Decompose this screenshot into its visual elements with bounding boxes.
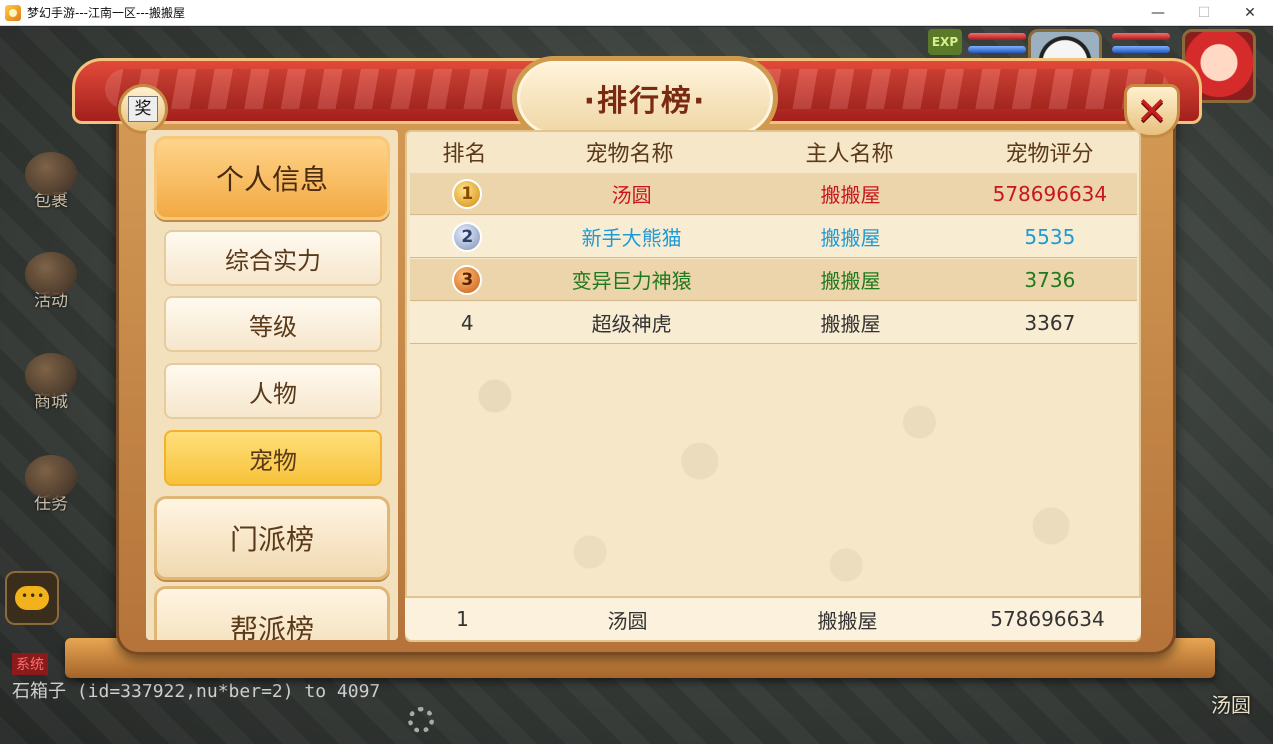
my-pet-name: 汤圆 bbox=[607, 608, 648, 633]
pet-name-label: 汤圆 bbox=[1211, 693, 1251, 717]
chat-bubble-icon bbox=[15, 586, 49, 610]
subitem-pet[interactable]: 宠物 bbox=[164, 430, 382, 486]
table-row[interactable]: 3 变异巨力神猿 搬搬屋 3736 bbox=[410, 259, 1137, 301]
header-rank: 排名 bbox=[442, 142, 487, 167]
header-pet-name: 宠物名称 bbox=[585, 142, 674, 167]
bag-icon bbox=[25, 152, 77, 196]
award-button[interactable]: 奖 bbox=[118, 84, 168, 134]
row-rank: 4 bbox=[460, 310, 474, 335]
row-score: 3367 bbox=[1024, 310, 1076, 335]
scroll-icon bbox=[25, 455, 77, 499]
my-owner-name: 搬搬屋 bbox=[817, 608, 878, 633]
table-row[interactable]: 1 汤圆 搬搬屋 578696634 bbox=[410, 173, 1137, 215]
row-score: 578696634 bbox=[992, 181, 1108, 206]
header-pet-score: 宠物评分 bbox=[1005, 142, 1094, 167]
my-ranking-row: 1 汤圆 搬搬屋 578696634 bbox=[405, 596, 1141, 640]
gear-icon[interactable] bbox=[408, 707, 434, 733]
maximize-button[interactable]: ☐ bbox=[1181, 0, 1227, 26]
category-sect-ranking[interactable]: 门派榜 bbox=[154, 496, 390, 580]
category-guild-ranking[interactable]: 帮派榜 bbox=[154, 586, 390, 640]
bag-button[interactable]: 包裹 bbox=[20, 152, 82, 218]
table-header: 排名 宠物名称 主人名称 宠物评分 bbox=[407, 132, 1139, 172]
shop-button[interactable]: 商城 bbox=[20, 353, 82, 419]
row-owner-name: 搬搬屋 bbox=[820, 226, 881, 250]
exp-badge: EXP bbox=[928, 29, 962, 55]
row-pet-name: 新手大熊猫 bbox=[581, 226, 682, 250]
award-label: 奖 bbox=[128, 96, 158, 122]
system-message: 石箱子 (id=337922,nu*ber=2) to 4097 bbox=[12, 681, 381, 702]
activity-button[interactable]: 活动 bbox=[20, 252, 82, 318]
row-score: 3736 bbox=[1024, 267, 1076, 292]
bronze-medal-icon: 3 bbox=[452, 264, 483, 295]
subitem-level[interactable]: 等级 bbox=[164, 296, 382, 352]
category-panel: 个人信息 综合实力 等级 人物 宠物 门派榜 帮派榜 bbox=[146, 130, 398, 640]
table-row[interactable]: 4 超级神虎 搬搬屋 3367 bbox=[410, 302, 1137, 344]
header-owner-name: 主人名称 bbox=[805, 142, 894, 167]
my-score: 578696634 bbox=[990, 607, 1105, 631]
close-icon: ✕ bbox=[1136, 89, 1168, 133]
row-pet-name: 变异巨力神猿 bbox=[571, 269, 692, 293]
shop-icon bbox=[25, 353, 77, 397]
row-owner-name: 搬搬屋 bbox=[820, 183, 881, 207]
subitem-character[interactable]: 人物 bbox=[164, 363, 382, 419]
gold-medal-icon: 1 bbox=[452, 178, 483, 209]
row-pet-name: 超级神虎 bbox=[591, 312, 672, 336]
app-icon bbox=[5, 4, 21, 21]
window-titlebar: 梦幻手游---江南一区---搬搬屋 — ☐ ✕ bbox=[0, 0, 1273, 26]
horn-icon bbox=[25, 252, 77, 296]
dialog-title: ·排行榜· bbox=[583, 84, 707, 119]
row-pet-name: 汤圆 bbox=[611, 183, 652, 207]
quest-button[interactable]: 任务 bbox=[20, 455, 82, 521]
subitem-overall-strength[interactable]: 综合实力 bbox=[164, 230, 382, 286]
window-close-button[interactable]: ✕ bbox=[1227, 0, 1273, 26]
minimize-button[interactable]: — bbox=[1135, 0, 1181, 26]
system-channel-tag: 系统 bbox=[12, 653, 48, 675]
title-plate: ·排行榜· bbox=[512, 56, 778, 140]
ranking-table: 排名 宠物名称 主人名称 宠物评分 1 汤圆 搬搬屋 578696634 2 新… bbox=[405, 130, 1141, 642]
chat-button[interactable] bbox=[5, 571, 59, 625]
window-title: 梦幻手游---江南一区---搬搬屋 bbox=[27, 6, 185, 20]
silver-medal-icon: 2 bbox=[452, 221, 483, 252]
row-owner-name: 搬搬屋 bbox=[820, 312, 881, 336]
table-row[interactable]: 2 新手大熊猫 搬搬屋 5535 bbox=[410, 216, 1137, 258]
my-rank: 1 bbox=[456, 607, 469, 631]
row-owner-name: 搬搬屋 bbox=[820, 269, 881, 293]
row-score: 5535 bbox=[1024, 224, 1076, 249]
category-personal-info[interactable]: 个人信息 bbox=[154, 136, 390, 220]
